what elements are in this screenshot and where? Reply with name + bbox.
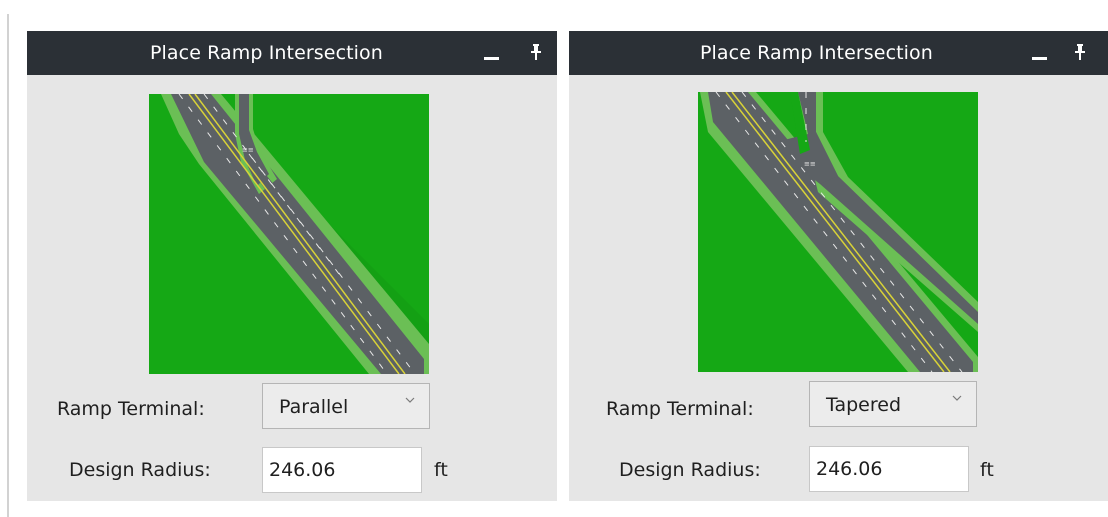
- place-ramp-intersection-panel-parallel: Place Ramp Intersection ≡≡ Ramp Terminal…: [27, 31, 557, 501]
- pin-icon[interactable]: [528, 43, 544, 61]
- ramp-terminal-label: Ramp Terminal:: [57, 398, 205, 420]
- ramp-terminal-dropdown[interactable]: Tapered: [809, 381, 977, 427]
- design-radius-unit: ft: [980, 459, 994, 481]
- svg-text:≡≡: ≡≡: [242, 146, 254, 154]
- panel-titlebar: Place Ramp Intersection: [569, 31, 1108, 75]
- panel-title: Place Ramp Intersection: [150, 42, 383, 64]
- minimize-icon[interactable]: [484, 57, 499, 60]
- ramp-terminal-value: Parallel: [279, 396, 349, 418]
- design-radius-label: Design Radius:: [619, 459, 761, 481]
- chevron-down-icon: [952, 395, 962, 401]
- ramp-terminal-dropdown[interactable]: Parallel: [262, 383, 430, 429]
- design-radius-input[interactable]: [809, 446, 969, 492]
- ramp-preview-image: ≡≡: [698, 92, 978, 372]
- pin-icon[interactable]: [1072, 43, 1088, 61]
- design-radius-unit: ft: [434, 459, 448, 481]
- design-radius-input[interactable]: [262, 447, 422, 493]
- svg-text:≡≡: ≡≡: [804, 160, 816, 168]
- place-ramp-intersection-panel-tapered: Place Ramp Intersection ≡≡ Ramp Terminal…: [569, 31, 1108, 501]
- chevron-down-icon: [405, 397, 415, 403]
- design-radius-label: Design Radius:: [69, 459, 211, 481]
- panel-titlebar: Place Ramp Intersection: [27, 31, 557, 75]
- ramp-terminal-label: Ramp Terminal:: [606, 398, 754, 420]
- minimize-icon[interactable]: [1032, 57, 1047, 60]
- ramp-terminal-value: Tapered: [826, 394, 901, 416]
- window-border: [7, 14, 9, 517]
- panel-title: Place Ramp Intersection: [700, 42, 933, 64]
- ramp-preview-image: ≡≡: [149, 94, 429, 374]
